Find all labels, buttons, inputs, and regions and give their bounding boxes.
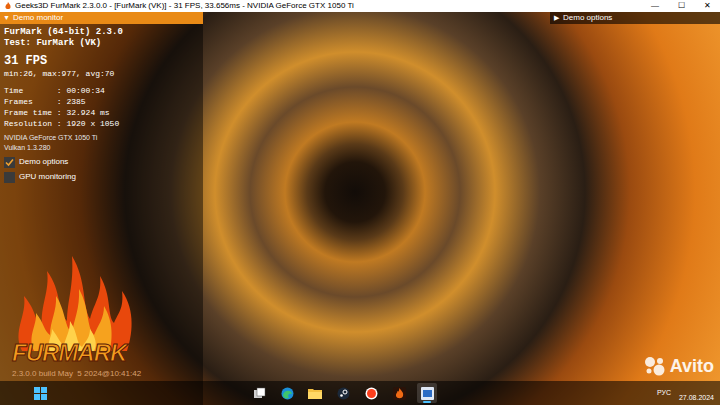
option-list: Demo options GPU monitoring (4, 156, 199, 183)
taskbar-app-button[interactable] (249, 383, 269, 403)
taskbar-app-button[interactable] (277, 383, 297, 403)
info-line: Time : 00:00:34 (4, 85, 199, 96)
demo-monitor-body: FurMark (64-bit) 2.3.0Test: FurMark (VK)… (0, 24, 203, 183)
taskbar-app-button[interactable] (389, 383, 409, 403)
expand-arrow-icon[interactable]: ▶ (554, 12, 559, 24)
yandex-browser-icon (365, 387, 378, 400)
demo-options-title: Demo options (563, 12, 612, 24)
window-controls: —☐✕ (642, 0, 720, 12)
icon-wrap (393, 387, 406, 400)
title-group: Geeks3D FurMark 2.3.0.0 - [FurMark (VK)]… (4, 0, 354, 12)
demo-options-header[interactable]: ▶ Demo options (550, 12, 720, 24)
window-control-button[interactable]: — (642, 0, 668, 12)
taskbar-app-button[interactable] (417, 383, 437, 403)
icon-wrap (12, 251, 137, 351)
fps-stats: min:26, max:977, avg:70 (4, 69, 199, 79)
logo-text: FURMARK (12, 341, 126, 365)
demo-monitor-panel: ▼Demo monitorFurMark (64-bit) 2.3.0Test:… (0, 12, 203, 405)
info-list: Time : 00:00:34Frames : 2385Frame time :… (4, 85, 199, 129)
icon-wrap (365, 387, 378, 400)
gpu-name: NVIDIA GeForce GTX 1050 Ti (4, 133, 199, 143)
icon-wrap (281, 387, 294, 400)
window-control-button[interactable]: ☐ (668, 0, 694, 12)
collapse-arrow-icon[interactable]: ▼ (3, 12, 10, 24)
option-label: GPU monitoring (19, 171, 76, 183)
api-name: Vulkan 1.3.280 (4, 143, 199, 153)
taskbar: РУС 27.08.2024 (0, 381, 720, 405)
checkbox[interactable] (4, 157, 15, 168)
info-line: Frames : 2385 (4, 96, 199, 107)
check-icon (5, 158, 14, 167)
edge-browser-icon (281, 387, 294, 400)
icon-wrap (4, 2, 12, 10)
taskbar-app-button[interactable] (361, 383, 381, 403)
demo-monitor-title: Demo monitor (13, 12, 63, 24)
language-indicator[interactable]: РУС (657, 388, 671, 398)
avito-dots-icon (644, 356, 666, 376)
system-tray: РУС 27.08.2024 (657, 383, 714, 403)
taskbar-app-button[interactable] (333, 383, 353, 403)
info-line: Frame time : 32.924 ms (4, 107, 199, 118)
checkbox[interactable] (4, 172, 15, 183)
start-button[interactable] (31, 383, 49, 403)
icon-wrap (644, 356, 666, 376)
running-app-icon (421, 387, 434, 400)
steam-icon (337, 387, 350, 400)
demo-monitor-header[interactable]: ▼Demo monitor (0, 12, 203, 24)
icon-wrap (308, 387, 322, 399)
test-name: Test: FurMark (VK) (4, 38, 199, 49)
active-indicator (423, 401, 431, 403)
title-bar: Geeks3D FurMark 2.3.0.0 - [FurMark (VK)]… (0, 0, 720, 12)
icon-wrap (34, 387, 47, 400)
option-row[interactable]: Demo options (4, 156, 199, 168)
option-label: Demo options (19, 156, 68, 168)
avito-watermark: Avito (644, 355, 714, 377)
taskbar-apps (249, 383, 437, 403)
app-name: FurMark (64-bit) 2.3.0 (4, 27, 199, 38)
render-view: ▼Demo monitorFurMark (64-bit) 2.3.0Test:… (0, 12, 720, 405)
windows-start-icon (34, 387, 47, 400)
flames-icon (12, 251, 137, 351)
clock-date[interactable]: 27.08.2024 (679, 383, 714, 403)
icon-wrap (337, 387, 350, 400)
watermark-text: Avito (670, 355, 714, 377)
furmark-app-icon (393, 387, 406, 400)
window-title: Geeks3D FurMark 2.3.0.0 - [FurMark (VK)]… (15, 0, 354, 12)
taskbar-app-button[interactable] (305, 383, 325, 403)
task-view-icon (253, 387, 266, 400)
icon-wrap (421, 387, 434, 400)
file-explorer-icon (308, 387, 322, 399)
option-row[interactable]: GPU monitoring (4, 171, 199, 183)
fps-value: 31 FPS (4, 53, 199, 69)
icon-wrap (253, 387, 266, 400)
furmark-icon (4, 2, 12, 10)
furmark-logo: FURMARK 2.3.0.0 build May 5 2024@10:41:42 (12, 251, 203, 379)
info-line: Resolution : 1920 x 1050 (4, 118, 199, 129)
build-info: 2.3.0.0 build May 5 2024@10:41:42 (12, 369, 141, 379)
window-control-button[interactable]: ✕ (694, 0, 720, 12)
